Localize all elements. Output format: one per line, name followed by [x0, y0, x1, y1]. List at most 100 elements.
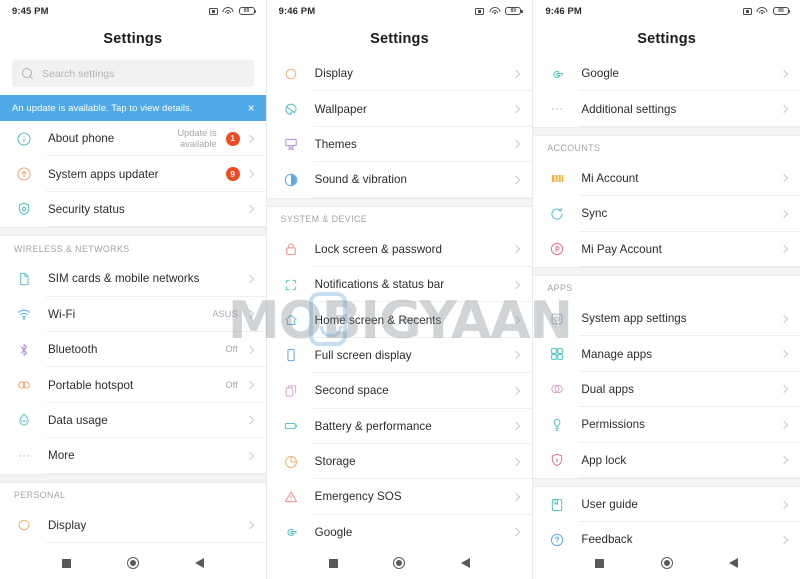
- settings-row[interactable]: Mi Account: [533, 160, 800, 197]
- group-divider: [0, 227, 266, 237]
- settings-row[interactable]: Additional settings: [533, 91, 800, 127]
- row-label: Sync: [581, 207, 608, 221]
- chevron-right-icon: [779, 104, 789, 114]
- settings-row[interactable]: Display: [0, 507, 266, 543]
- row-label: System app settings: [581, 312, 687, 326]
- back-button-icon[interactable]: [728, 558, 738, 568]
- back-button-icon[interactable]: [461, 558, 471, 568]
- home-button-icon[interactable]: [393, 557, 406, 569]
- settings-row[interactable]: Home screen & Recents: [266, 302, 533, 338]
- group-header: WIRELESS & NETWORKS: [0, 236, 266, 262]
- wallpaper-icon: [281, 101, 301, 117]
- row-label: Themes: [314, 137, 357, 151]
- google-icon: [547, 66, 567, 82]
- back-button-icon[interactable]: [194, 558, 204, 568]
- row-label: App lock: [581, 453, 627, 467]
- settings-row[interactable]: Wi-Fi ASUS: [0, 296, 266, 332]
- manage-apps-icon: [547, 346, 567, 362]
- settings-row[interactable]: System apps updater 9: [0, 156, 266, 192]
- settings-row[interactable]: System app settings: [533, 300, 800, 337]
- settings-row[interactable]: Sound & vibration: [266, 162, 533, 198]
- row-label: More: [48, 449, 75, 463]
- settings-row[interactable]: Permissions: [533, 407, 800, 443]
- settings-row[interactable]: Manage apps: [533, 336, 800, 372]
- settings-row[interactable]: User guide: [533, 486, 800, 523]
- wifi-status-icon: [489, 7, 501, 15]
- permissions-icon: [547, 417, 567, 433]
- settings-row[interactable]: Notifications & status bar: [266, 266, 533, 303]
- group-divider: [533, 266, 800, 276]
- recents-button-icon[interactable]: [328, 558, 338, 568]
- settings-row[interactable]: Data usage: [0, 402, 266, 439]
- screen-cast-icon: [208, 7, 218, 15]
- settings-row[interactable]: Themes: [266, 126, 533, 163]
- row-label: Emergency SOS: [314, 490, 402, 504]
- settings-row[interactable]: Full screen display: [266, 337, 533, 374]
- mi-account-icon: [547, 171, 567, 186]
- home-button-icon[interactable]: [660, 557, 673, 569]
- settings-row[interactable]: Dual apps: [533, 371, 800, 408]
- phone-screen-2: 9:46 PM 89 Settings Display Wallpaper Themes S…: [266, 0, 534, 579]
- battery-status-icon: 89: [505, 7, 523, 15]
- settings-row[interactable]: Second space: [266, 373, 533, 409]
- chevron-right-icon: [512, 351, 521, 360]
- settings-list: Display Wallpaper Themes Sound & vibration S…: [266, 56, 533, 551]
- lock-icon: [281, 241, 301, 257]
- screen-cast-icon: [742, 7, 752, 15]
- display-icon: [14, 517, 34, 533]
- chevron-right-icon: [245, 205, 254, 214]
- additional-settings-icon: [547, 101, 567, 117]
- settings-row[interactable]: Google: [533, 56, 800, 92]
- close-icon[interactable]: ×: [248, 102, 255, 114]
- chevron-right-icon: [779, 455, 789, 465]
- settings-row[interactable]: Bluetooth Off: [0, 331, 266, 368]
- settings-row[interactable]: Wallpaper: [266, 91, 533, 127]
- chevron-right-icon: [512, 104, 521, 114]
- row-label: Portable hotspot: [48, 378, 134, 392]
- row-label: Home screen & Recents: [314, 313, 442, 327]
- settings-row[interactable]: Sync: [533, 196, 800, 232]
- settings-row[interactable]: Storage: [266, 443, 533, 480]
- row-label: Display: [48, 518, 87, 532]
- screen-cast-icon: [475, 7, 485, 15]
- settings-row[interactable]: Lock screen & password: [266, 231, 533, 267]
- app-lock-icon: [547, 452, 567, 468]
- search-input[interactable]: Search settings: [12, 60, 254, 87]
- chevron-right-icon: [245, 169, 254, 179]
- mi-pay-icon: [547, 241, 567, 257]
- settings-row[interactable]: Battery & performance: [266, 408, 533, 444]
- status-icons: 89: [208, 7, 257, 15]
- chevron-right-icon: [779, 385, 789, 394]
- settings-row[interactable]: Google: [266, 514, 533, 551]
- chevron-right-icon: [245, 345, 254, 354]
- settings-row[interactable]: More: [0, 438, 266, 474]
- chevron-right-icon: [512, 280, 521, 289]
- home-button-icon[interactable]: [126, 557, 139, 569]
- notifications-status-bar-icon: [281, 277, 301, 293]
- chevron-right-icon: [245, 451, 254, 461]
- themes-icon: [281, 136, 301, 152]
- recents-button-icon[interactable]: [595, 558, 605, 568]
- chevron-right-icon: [245, 380, 254, 390]
- settings-row[interactable]: Portable hotspot Off: [0, 367, 266, 403]
- row-label: Manage apps: [581, 347, 653, 361]
- settings-row[interactable]: Mi Pay Account: [533, 231, 800, 267]
- settings-row[interactable]: SIM cards & mobile networks: [0, 261, 266, 297]
- chevron-right-icon: [779, 349, 789, 359]
- settings-row[interactable]: App lock: [533, 442, 800, 478]
- chevron-right-icon: [512, 140, 521, 149]
- group-header: PERSONAL: [0, 482, 266, 508]
- row-label: User guide: [581, 498, 638, 512]
- update-banner[interactable]: An update is available. Tap to view deta…: [0, 95, 266, 121]
- recents-button-icon[interactable]: [61, 558, 71, 568]
- row-label: Second space: [314, 384, 389, 398]
- settings-row[interactable]: Security status: [0, 191, 266, 228]
- dual-apps-icon: [547, 381, 567, 397]
- row-value: Off: [225, 344, 238, 355]
- settings-row[interactable]: Emergency SOS: [266, 479, 533, 515]
- row-value: Off: [225, 379, 238, 390]
- settings-row[interactable]: About phone Update is available 1: [0, 121, 266, 157]
- status-clock: 9:46 PM: [278, 5, 316, 17]
- chevron-right-icon: [245, 134, 254, 143]
- settings-row[interactable]: Display: [266, 56, 533, 92]
